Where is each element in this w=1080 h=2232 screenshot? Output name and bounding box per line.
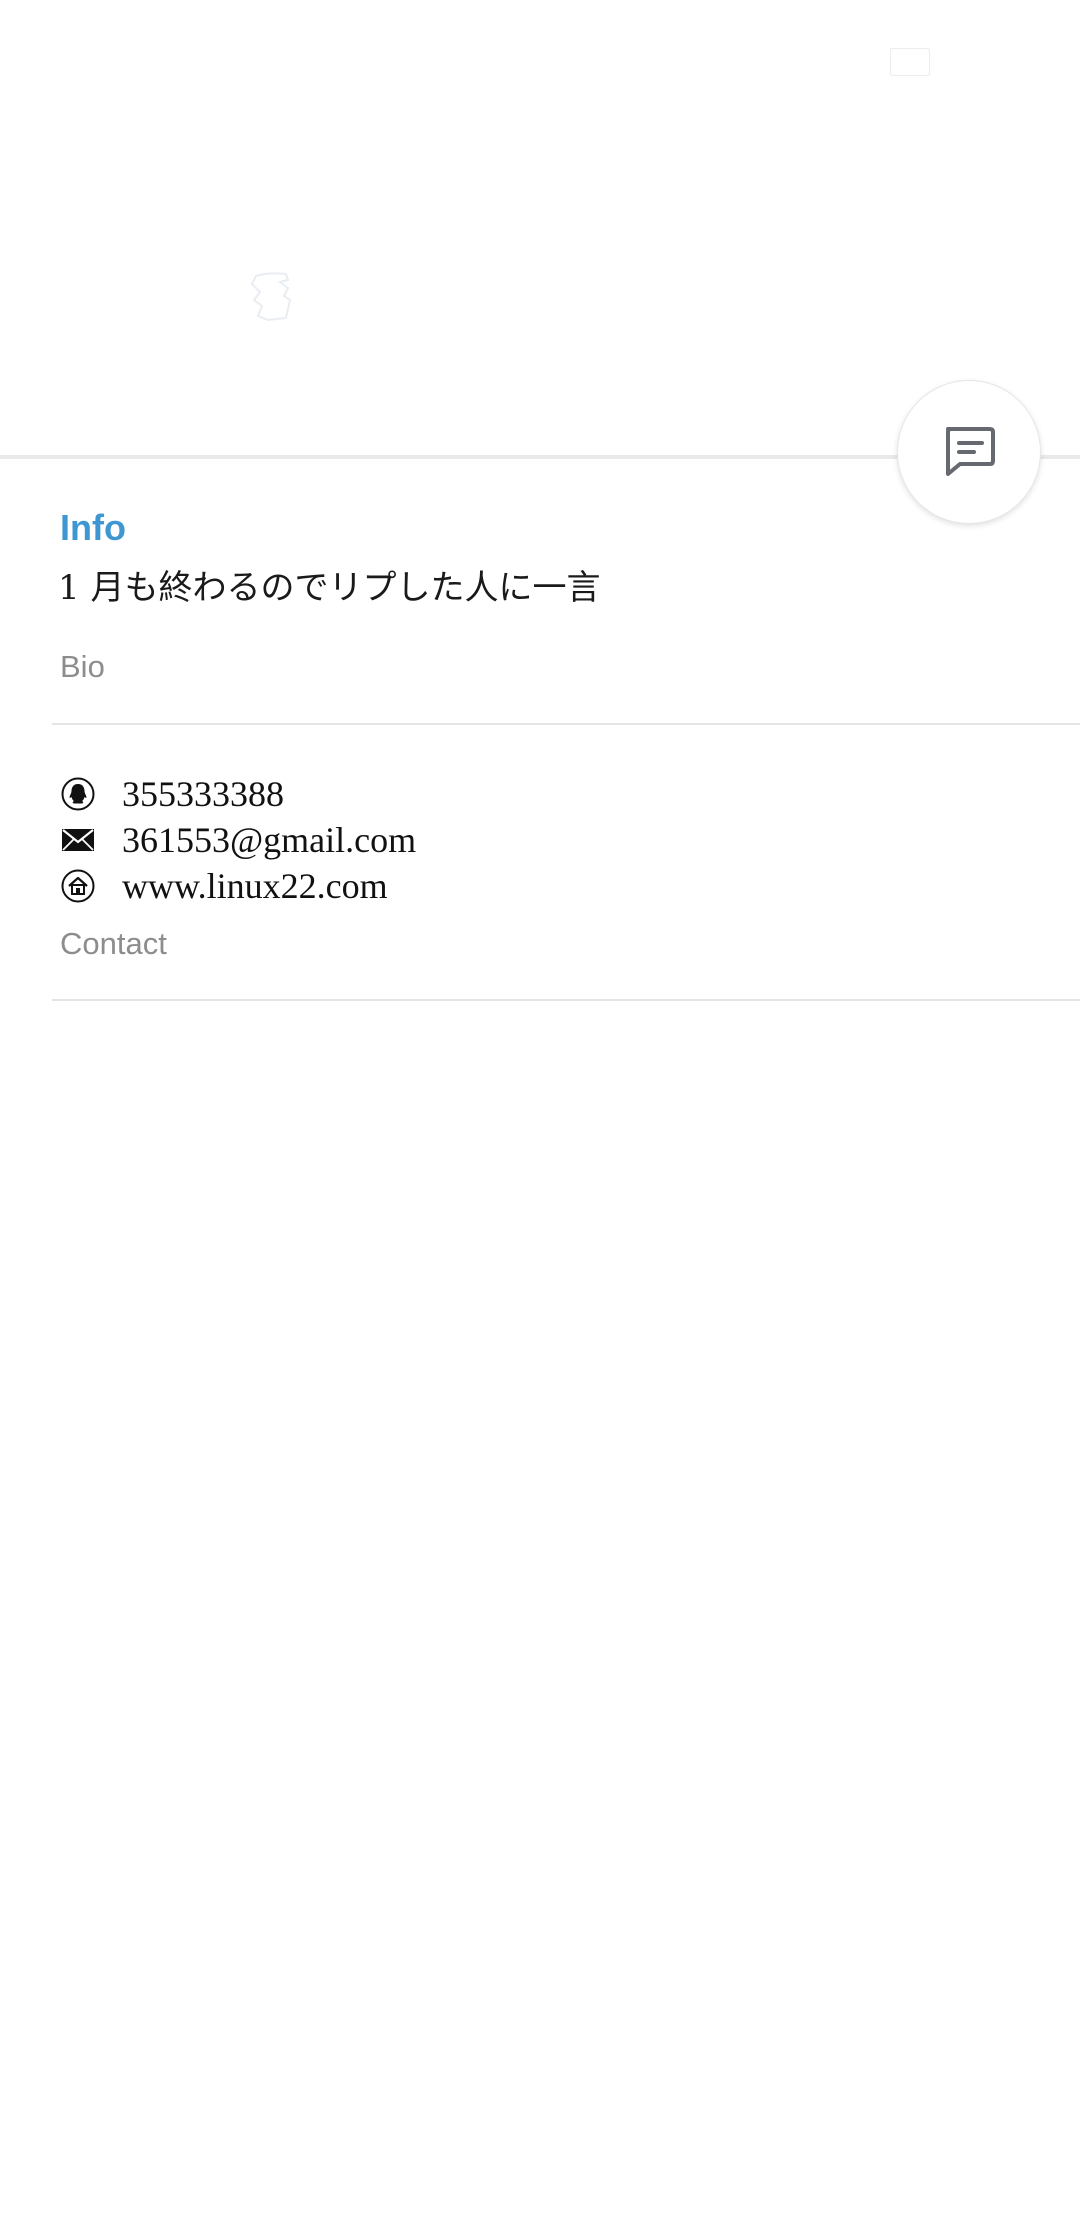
contact-qq-text: 355333388 — [122, 774, 284, 814]
home-icon — [60, 868, 96, 904]
message-button[interactable] — [897, 380, 1041, 524]
header-placeholder-icon — [250, 272, 292, 322]
bio-caption: Bio — [60, 649, 105, 684]
profile-header — [0, 0, 1080, 457]
contact-item-email[interactable]: 361553@gmail.com — [60, 818, 416, 862]
contact-website-text: www.linux22.com — [122, 866, 388, 906]
message-icon — [946, 427, 995, 476]
header-placeholder-box — [890, 48, 930, 76]
info-section-title: Info — [60, 507, 126, 548]
mail-icon — [60, 822, 96, 858]
bio-text: 1 月も終わるのでリプした人に一言 — [58, 568, 601, 608]
qq-icon — [60, 776, 96, 812]
contact-item-website[interactable]: www.linux22.com — [60, 864, 388, 908]
contact-item-qq[interactable]: 355333388 — [60, 772, 284, 816]
bio-divider — [52, 723, 1080, 725]
contact-email-text: 361553@gmail.com — [122, 820, 417, 860]
contact-caption: Contact — [60, 926, 167, 961]
contact-divider — [52, 999, 1080, 1001]
